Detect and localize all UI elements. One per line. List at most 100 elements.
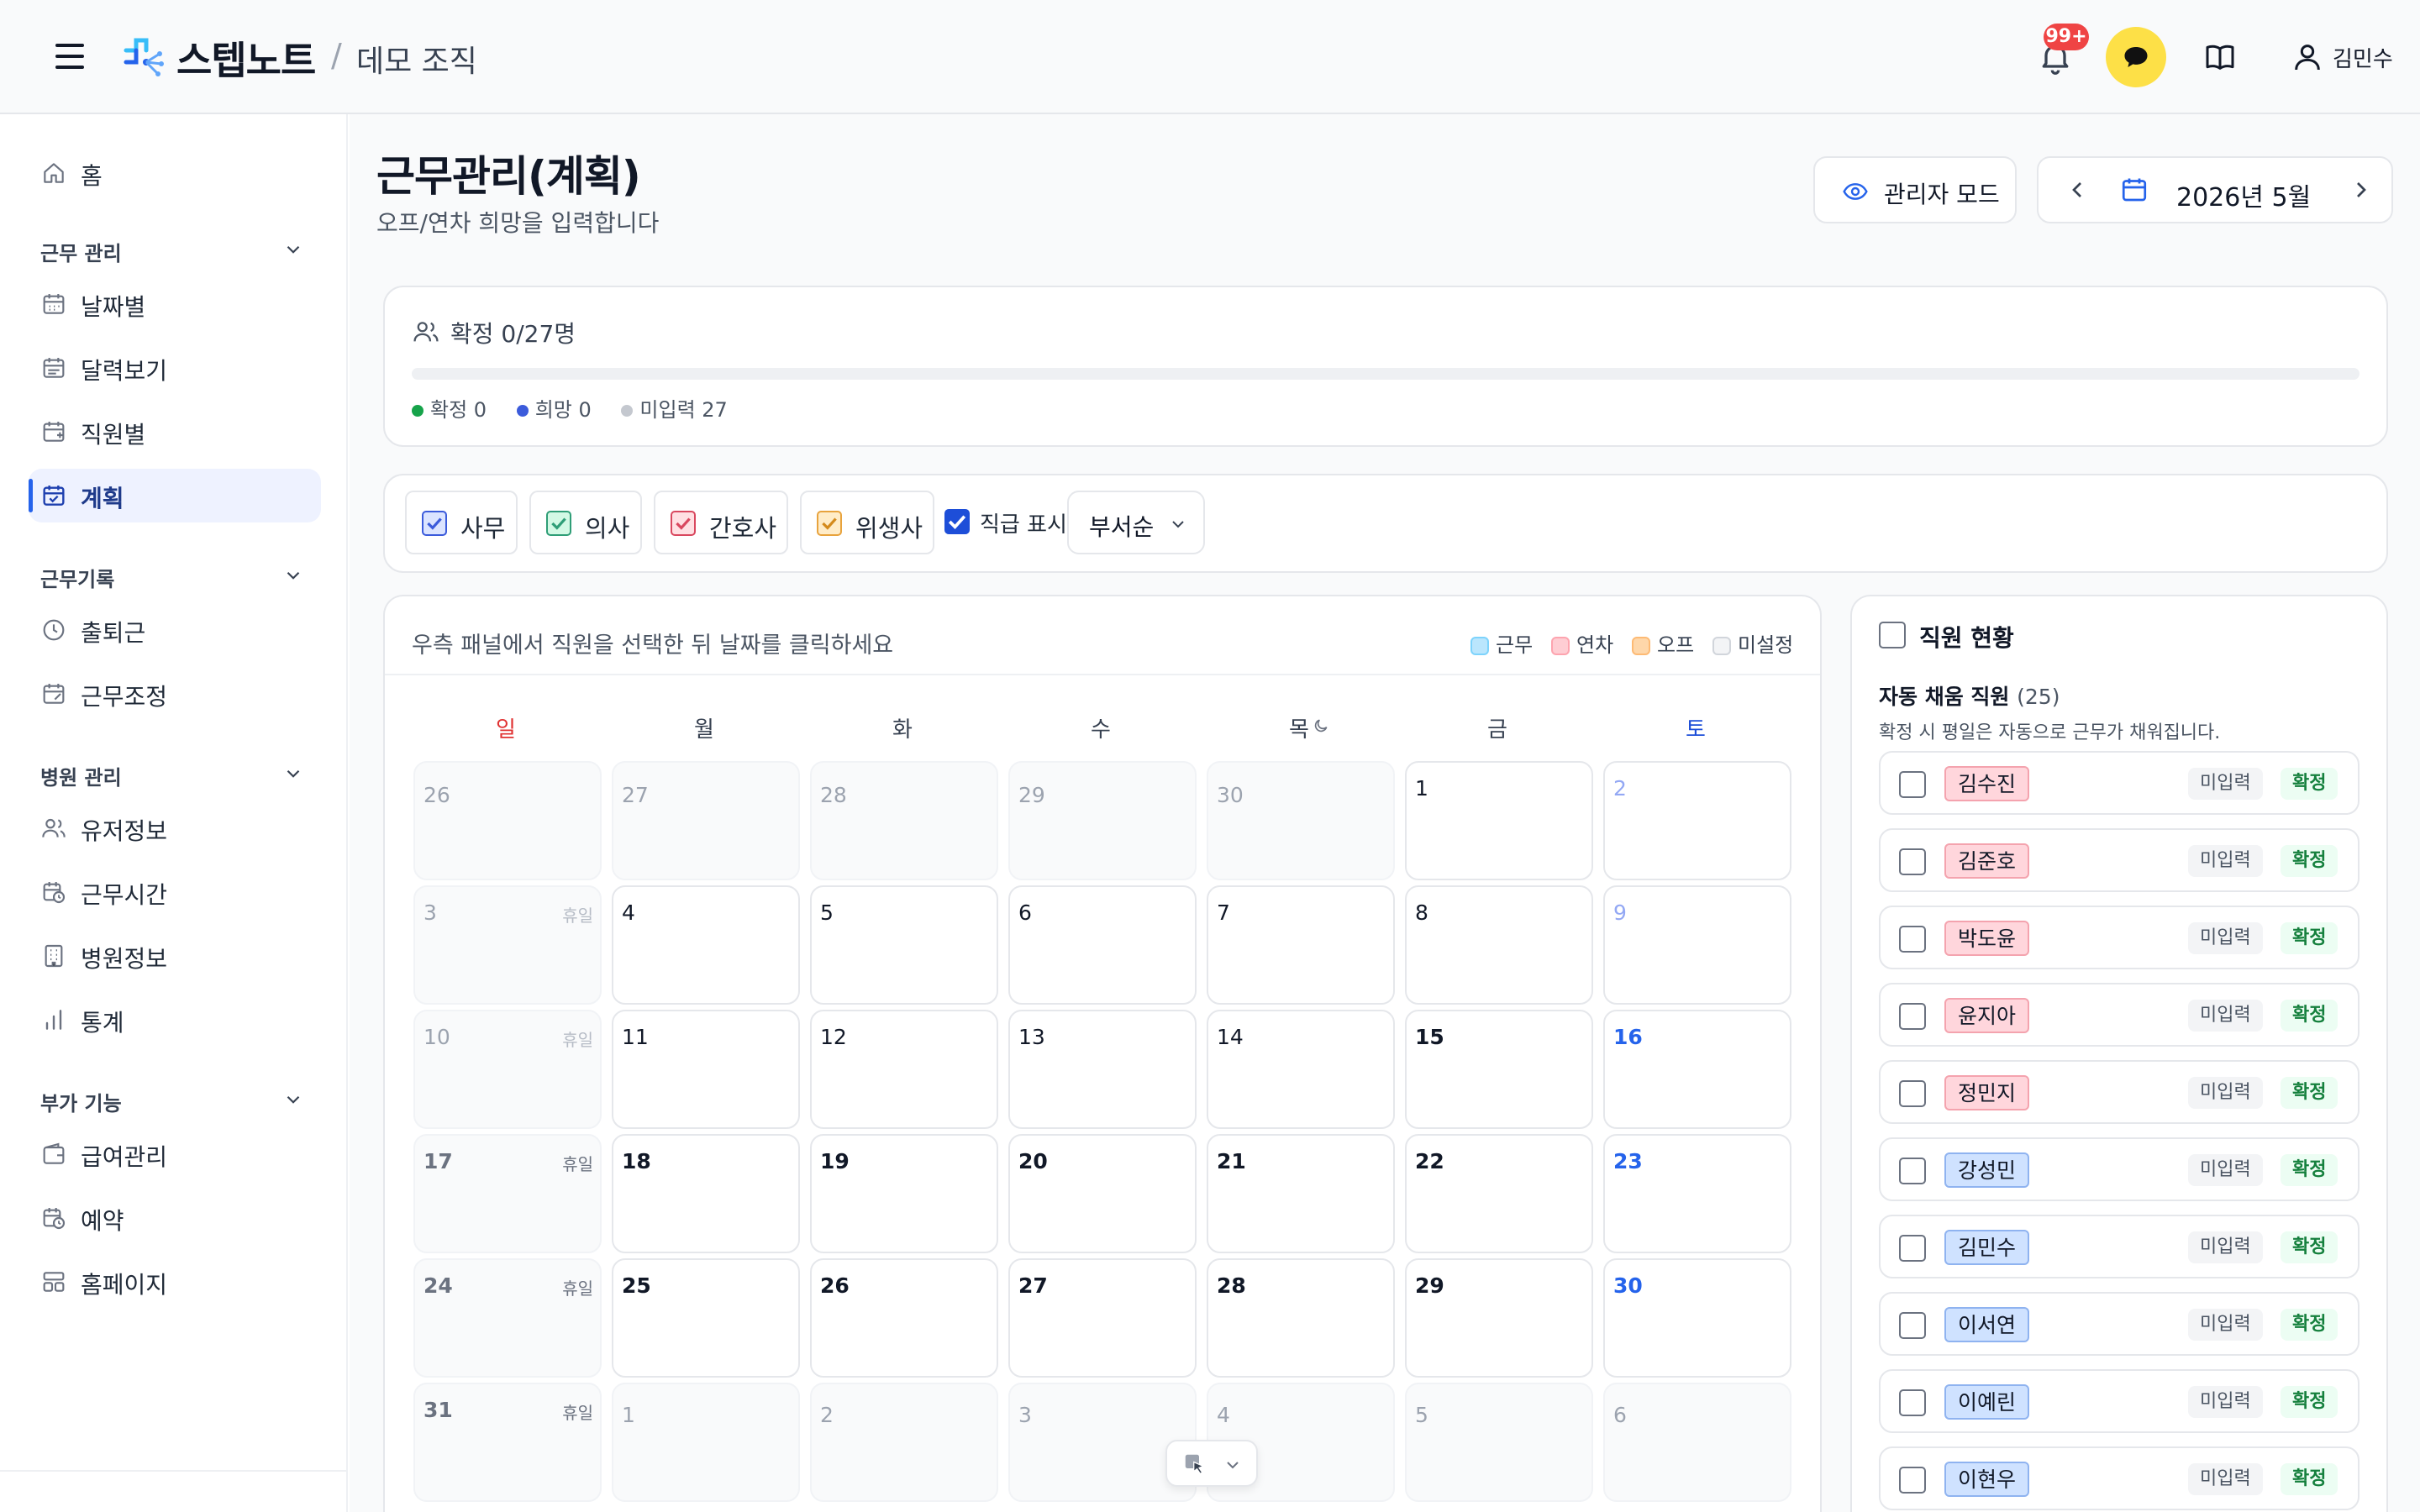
employee-checkbox[interactable] xyxy=(1899,1158,1926,1184)
confirm-button[interactable]: 확정 xyxy=(2281,1077,2338,1109)
employee-row[interactable]: 김준호 미입력 확정 xyxy=(1879,828,2360,892)
calendar-day-cell[interactable]: 4 xyxy=(612,885,800,1005)
sidebar-item-attendance[interactable]: 출퇴근 xyxy=(29,603,321,657)
calendar-day-cell[interactable]: 22 xyxy=(1405,1134,1593,1253)
confirm-button[interactable]: 확정 xyxy=(2281,845,2338,877)
employee-checkbox[interactable] xyxy=(1899,848,1926,875)
calendar-day-cell[interactable]: 12 xyxy=(810,1010,998,1129)
calendar-day-cell[interactable]: 9 xyxy=(1603,885,1791,1005)
sidebar-item-payroll[interactable]: 급여관리 xyxy=(29,1127,321,1181)
sidebar-item-user-info[interactable]: 유저정보 xyxy=(29,801,321,855)
calendar-day-cell[interactable]: 29 xyxy=(1405,1258,1593,1378)
calendar-day-cell[interactable]: 26 xyxy=(413,761,602,880)
chevron-down-icon[interactable] xyxy=(282,239,304,260)
calendar-day-cell[interactable]: 27 xyxy=(612,761,800,880)
calendar-day-cell[interactable]: 28 xyxy=(810,761,998,880)
employee-row[interactable]: 윤지아 미입력 확정 xyxy=(1879,983,2360,1047)
employee-checkbox[interactable] xyxy=(1899,1312,1926,1339)
confirm-button[interactable]: 확정 xyxy=(2281,1000,2338,1032)
book-icon[interactable] xyxy=(2203,40,2237,74)
sidebar-item-by-employee[interactable]: 직원별 xyxy=(29,405,321,459)
calendar-day-cell[interactable]: 17 휴일 xyxy=(413,1134,602,1253)
chevron-down-icon[interactable] xyxy=(282,1089,304,1110)
sidebar-item-home[interactable]: 홈 xyxy=(29,146,321,200)
calendar-day-cell[interactable]: 1 xyxy=(1405,761,1593,880)
calendar-day-cell[interactable]: 20 xyxy=(1008,1134,1197,1253)
confirm-button[interactable]: 확정 xyxy=(2281,1231,2338,1263)
sidebar-item-plan[interactable]: 계획 xyxy=(29,469,321,522)
admin-mode-button[interactable]: 관리자 모드 xyxy=(1813,156,2017,223)
chevron-down-icon[interactable] xyxy=(282,763,304,785)
organization-name[interactable]: 데모 조직 xyxy=(356,37,477,81)
employee-checkbox[interactable] xyxy=(1899,926,1926,953)
employee-checkbox[interactable] xyxy=(1899,1003,1926,1030)
confirm-button[interactable]: 확정 xyxy=(2281,1463,2338,1495)
sort-select[interactable]: 부서순 xyxy=(1067,491,1205,554)
calendar-day-cell[interactable]: 23 xyxy=(1603,1134,1791,1253)
employee-row[interactable]: 박도윤 미입력 확정 xyxy=(1879,906,2360,969)
calendar-day-cell[interactable]: 11 xyxy=(612,1010,800,1129)
employee-row[interactable]: 정민지 미입력 확정 xyxy=(1879,1060,2360,1124)
sidebar-item-reservation[interactable]: 예약 xyxy=(29,1191,321,1245)
calendar-day-cell[interactable]: 6 xyxy=(1008,885,1197,1005)
employee-row[interactable]: 강성민 미입력 확정 xyxy=(1879,1137,2360,1201)
employee-checkbox[interactable] xyxy=(1899,771,1926,798)
employee-row[interactable]: 이현우 미입력 확정 xyxy=(1879,1446,2360,1510)
calendar-day-cell[interactable]: 29 xyxy=(1008,761,1197,880)
employee-row[interactable]: 이서연 미입력 확정 xyxy=(1879,1292,2360,1356)
calendar-icon[interactable] xyxy=(2119,175,2149,205)
calendar-day-cell[interactable]: 31 휴일 xyxy=(413,1383,602,1502)
employee-checkbox[interactable] xyxy=(1899,1467,1926,1494)
calendar-day-cell[interactable]: 13 xyxy=(1008,1010,1197,1129)
calendar-day-cell[interactable]: 5 xyxy=(810,885,998,1005)
calendar-day-cell[interactable]: 19 xyxy=(810,1134,998,1253)
chevron-left-icon[interactable] xyxy=(2064,176,2091,203)
calendar-day-cell[interactable]: 30 xyxy=(1207,761,1395,880)
brand-name[interactable]: 스텝노트 xyxy=(176,30,316,86)
role-filter-office[interactable]: 사무 xyxy=(405,491,518,554)
calendar-day-cell[interactable]: 1 xyxy=(612,1383,800,1502)
calendar-day-cell[interactable]: 3 휴일 xyxy=(413,885,602,1005)
employee-row[interactable]: 김수진 미입력 확정 xyxy=(1879,751,2360,815)
sidebar-item-work-hours[interactable]: 근무시간 xyxy=(29,865,321,919)
employee-checkbox[interactable] xyxy=(1899,1235,1926,1262)
confirm-button[interactable]: 확정 xyxy=(2281,768,2338,800)
user-icon[interactable] xyxy=(2291,40,2324,74)
sidebar-item-homepage[interactable]: 홈페이지 xyxy=(29,1255,321,1309)
sidebar-item-statistics[interactable]: 통계 xyxy=(29,993,321,1047)
calendar-day-cell[interactable]: 18 xyxy=(612,1134,800,1253)
sidebar-item-hospital-info[interactable]: 병원정보 xyxy=(29,929,321,983)
calendar-day-cell[interactable]: 26 xyxy=(810,1258,998,1378)
chevron-right-icon[interactable] xyxy=(2348,176,2375,203)
confirm-button[interactable]: 확정 xyxy=(2281,1309,2338,1341)
employee-row[interactable]: 김민수 미입력 확정 xyxy=(1879,1215,2360,1278)
employee-checkbox[interactable] xyxy=(1899,1389,1926,1416)
confirm-button[interactable]: 확정 xyxy=(2281,922,2338,954)
calendar-day-cell[interactable]: 28 xyxy=(1207,1258,1395,1378)
calendar-day-cell[interactable]: 10 휴일 xyxy=(413,1010,602,1129)
employee-checkbox[interactable] xyxy=(1899,1080,1926,1107)
show-rank-label[interactable]: 직급 표시 xyxy=(980,507,1067,538)
calendar-day-cell[interactable]: 7 xyxy=(1207,885,1395,1005)
menu-icon[interactable] xyxy=(55,44,84,69)
calendar-day-cell[interactable]: 21 xyxy=(1207,1134,1395,1253)
calendar-day-cell[interactable]: 24 휴일 xyxy=(413,1258,602,1378)
current-month[interactable]: 2026년 5월 xyxy=(2176,176,2311,213)
show-rank-checkbox[interactable] xyxy=(944,509,970,534)
confirm-button[interactable]: 확정 xyxy=(2281,1386,2338,1418)
chat-button[interactable] xyxy=(2106,27,2166,87)
user-name[interactable]: 김민수 xyxy=(2333,42,2393,73)
calendar-day-cell[interactable]: 16 xyxy=(1603,1010,1791,1129)
sidebar-item-calendar-view[interactable]: 달력보기 xyxy=(29,341,321,395)
calendar-day-cell[interactable]: 14 xyxy=(1207,1010,1395,1129)
role-filter-nurse[interactable]: 간호사 xyxy=(654,491,788,554)
calendar-day-cell[interactable]: 8 xyxy=(1405,885,1593,1005)
calendar-day-cell[interactable]: 27 xyxy=(1008,1258,1197,1378)
calendar-day-cell[interactable]: 6 xyxy=(1603,1383,1791,1502)
sidebar-item-by-date[interactable]: 날짜별 xyxy=(29,277,321,331)
role-filter-doctor[interactable]: 의사 xyxy=(529,491,642,554)
calendar-day-cell[interactable]: 5 xyxy=(1405,1383,1593,1502)
chevron-down-icon[interactable] xyxy=(282,564,304,586)
calendar-day-cell[interactable]: 2 xyxy=(810,1383,998,1502)
confirm-button[interactable]: 확정 xyxy=(2281,1154,2338,1186)
